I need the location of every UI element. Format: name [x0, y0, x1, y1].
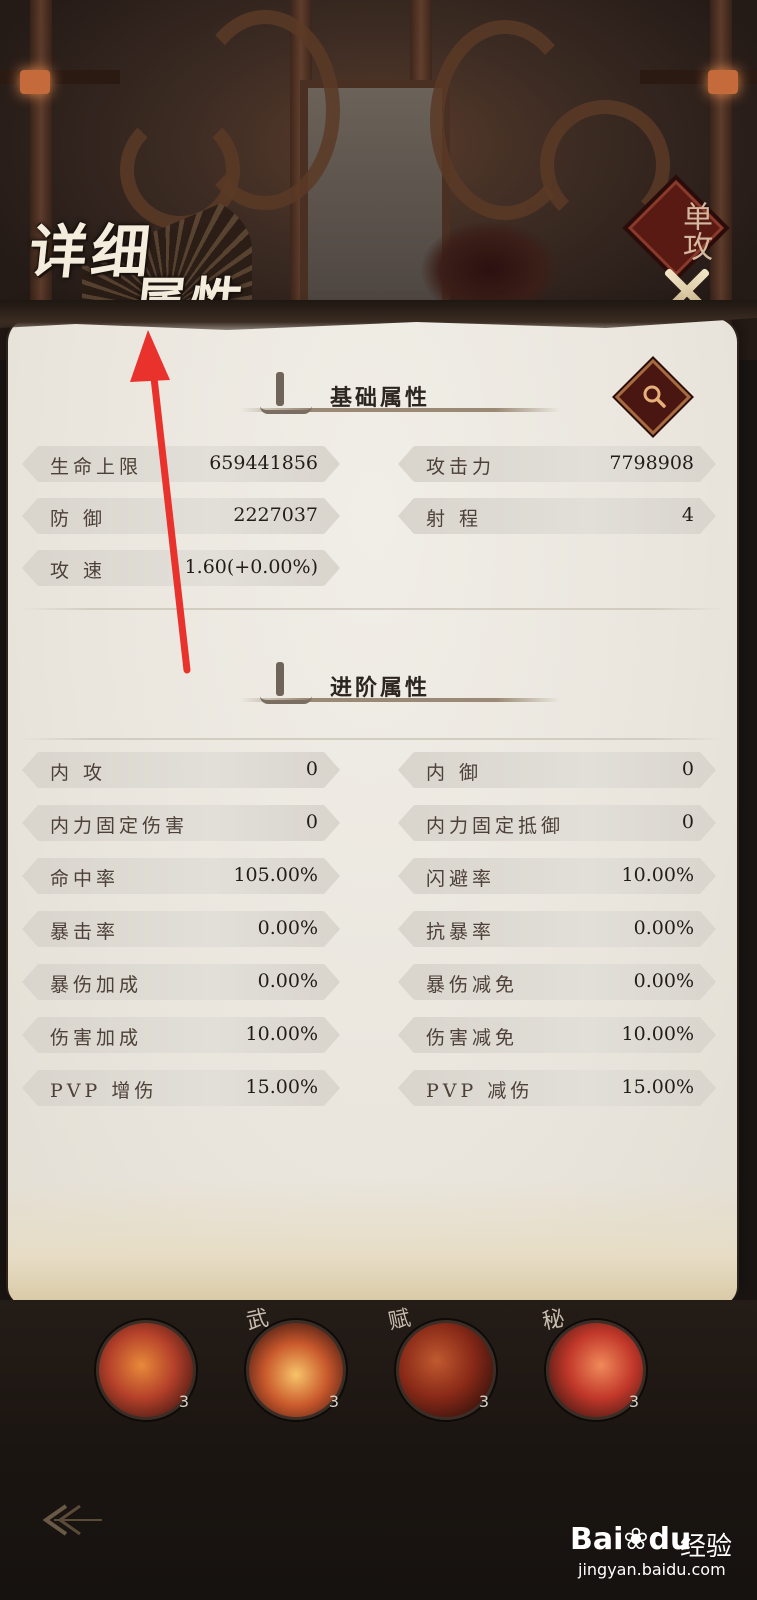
stat-value: 0 — [681, 758, 694, 780]
lantern — [20, 70, 50, 94]
magnifier-icon — [643, 385, 666, 408]
pillar — [30, 0, 52, 340]
stat-name: 闪避率 — [426, 868, 496, 890]
stat-row: 闪避率 10.00% — [398, 858, 716, 894]
stat-name: 攻击力 — [426, 456, 496, 478]
stat-row: 命中率 105.00% — [22, 858, 340, 894]
skill-level: 3 — [178, 1392, 189, 1411]
stat-row: 内 攻 0 — [22, 752, 340, 788]
stat-value: 15.00% — [621, 1076, 694, 1098]
stat-row: 暴伤加成 0.00% — [22, 964, 340, 1000]
section-title-advanced: 进阶属性 — [330, 675, 431, 701]
stat-value: 0 — [681, 811, 694, 833]
annotation-arrow — [130, 330, 191, 674]
stat-row: 内力固定伤害 0 — [22, 805, 340, 841]
anvil-emblem-icon — [260, 372, 312, 414]
stat-row: 内 御 0 — [398, 752, 716, 788]
stat-name: 伤害加成 — [50, 1027, 143, 1049]
stat-row: 攻击力 7798908 — [398, 446, 716, 482]
watermark-brand-text: Bai — [570, 1522, 624, 1557]
stat-name: 内 御 — [426, 762, 483, 784]
stat-row: 暴击率 0.00% — [22, 911, 340, 947]
stat-value: 0 — [305, 811, 318, 833]
basic-attributes-header: 基础属性 — [240, 372, 560, 432]
stat-value: 0.00% — [633, 917, 694, 939]
stat-value: 10.00% — [245, 1023, 318, 1045]
watermark-url: jingyan.baidu.com — [578, 1560, 726, 1579]
stat-name: PVP 减伤 — [426, 1080, 534, 1102]
stat-row: 伤害减免 10.00% — [398, 1017, 716, 1053]
skill-level: 3 — [628, 1392, 639, 1411]
stat-name: 暴伤加成 — [50, 974, 143, 996]
stat-name: 内 攻 — [50, 762, 107, 784]
anvil-emblem-icon — [260, 662, 312, 704]
skill-level: 3 — [478, 1392, 489, 1411]
stat-name: 暴伤减免 — [426, 974, 519, 996]
baidu-jingyan-watermark: Bai❀du 经验 jingyan.baidu.com — [570, 1518, 750, 1588]
stat-value: 105.00% — [233, 864, 318, 886]
stat-value: 2227037 — [233, 504, 318, 526]
skill-slot-4[interactable]: 3 — [546, 1320, 646, 1420]
stat-name: 射 程 — [426, 508, 483, 530]
watermark-brand: Bai❀du — [570, 1522, 691, 1557]
stat-row: 内力固定抵御 0 — [398, 805, 716, 841]
stat-row: 抗暴率 0.00% — [398, 911, 716, 947]
lantern — [708, 70, 738, 94]
back-arrow-icon[interactable] — [36, 1500, 106, 1540]
stat-name: PVP 增伤 — [50, 1080, 158, 1102]
stat-value: 0.00% — [633, 970, 694, 992]
stat-value: 0.00% — [257, 917, 318, 939]
roof-eave-right — [640, 70, 757, 84]
section-divider — [20, 738, 724, 740]
roof-eave-left — [0, 70, 120, 84]
skill-slot-1[interactable]: 3 — [96, 1320, 196, 1420]
stat-name: 伤害减免 — [426, 1027, 519, 1049]
stat-value: 659441856 — [209, 452, 318, 474]
stat-value: 15.00% — [245, 1076, 318, 1098]
stat-value: 0.00% — [257, 970, 318, 992]
stat-row: 伤害加成 10.00% — [22, 1017, 340, 1053]
skill-slot-2[interactable]: 3 — [246, 1320, 346, 1420]
attack-mode-label: 单攻 — [677, 201, 712, 261]
stat-value: 7798908 — [609, 452, 694, 474]
paw-icon: ❀ — [623, 1522, 649, 1557]
stat-name: 防 御 — [50, 508, 107, 530]
stat-value: 10.00% — [621, 864, 694, 886]
stat-value: 4 — [681, 504, 694, 526]
stat-name: 攻 速 — [50, 560, 107, 582]
stat-name: 内力固定抵御 — [426, 815, 565, 837]
section-title-basic: 基础属性 — [330, 385, 431, 411]
stat-value: 0 — [305, 758, 318, 780]
advanced-attributes-header: 进阶属性 — [240, 662, 560, 722]
watermark-jingyan: 经验 — [680, 1532, 733, 1562]
stat-row: PVP 增伤 15.00% — [22, 1070, 340, 1106]
stat-row: 射 程 4 — [398, 498, 716, 534]
stat-row: 暴伤减免 0.00% — [398, 964, 716, 1000]
skill-slot-3[interactable]: 3 — [396, 1320, 496, 1420]
stat-name: 暴击率 — [50, 921, 120, 943]
skill-level: 3 — [328, 1392, 339, 1411]
panel-bottom-glow — [8, 1180, 737, 1305]
stat-name: 命中率 — [50, 868, 120, 890]
stat-name: 内力固定伤害 — [50, 815, 189, 837]
stat-value: 10.00% — [621, 1023, 694, 1045]
stat-row: PVP 减伤 15.00% — [398, 1070, 716, 1106]
stat-name: 抗暴率 — [426, 921, 496, 943]
